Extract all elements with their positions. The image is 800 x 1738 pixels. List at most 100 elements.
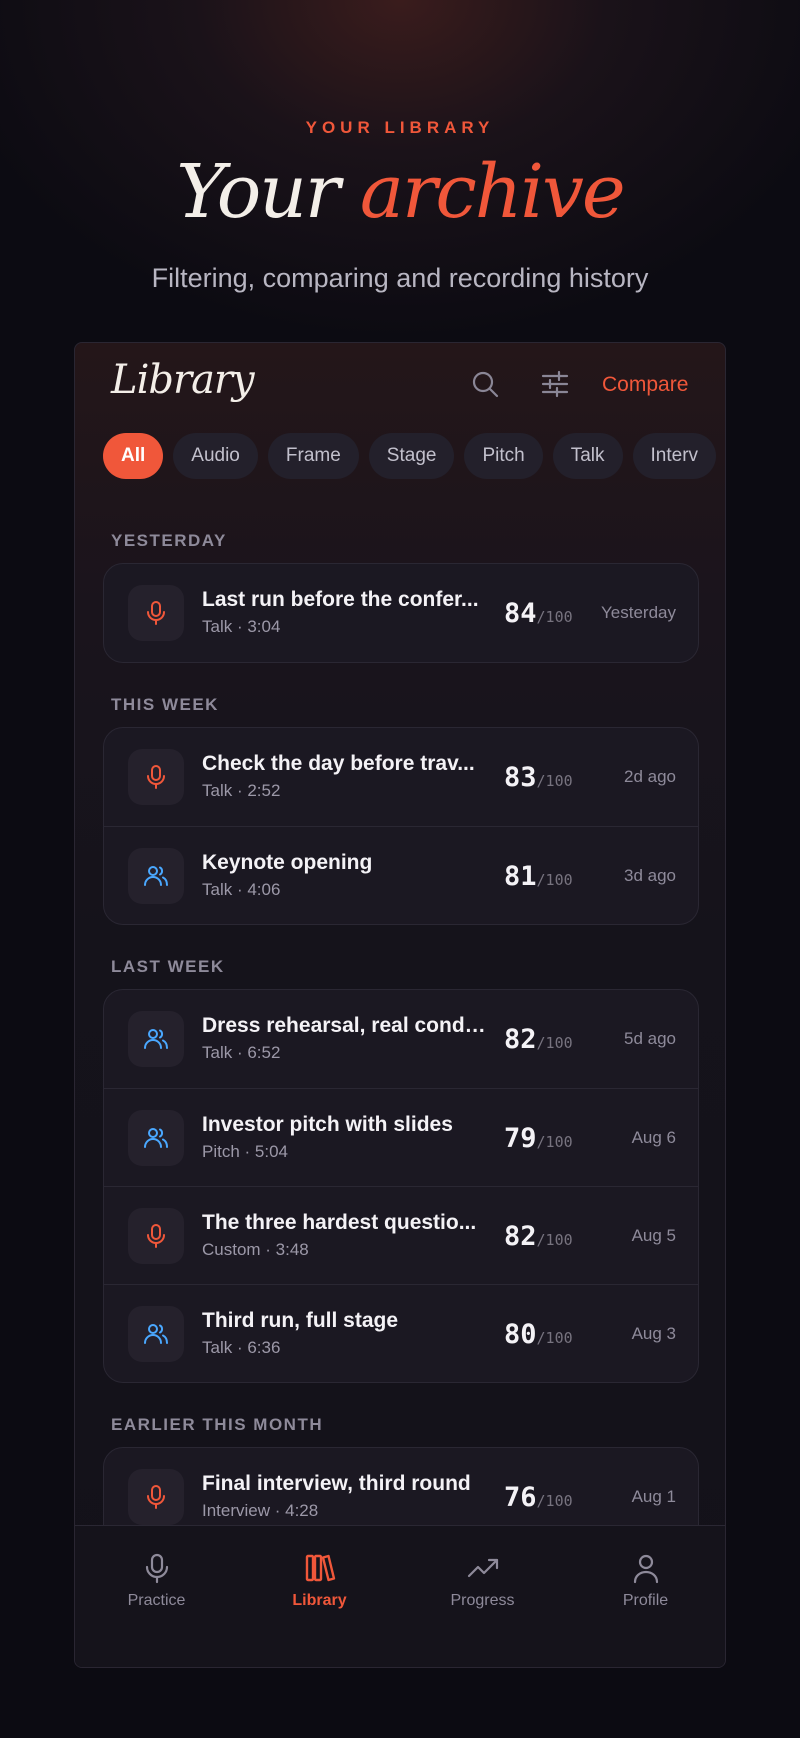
score-value: 76 xyxy=(504,1482,537,1513)
tab-practice-label: Practice xyxy=(127,1592,186,1609)
search-button[interactable] xyxy=(470,369,500,399)
chip-talk[interactable]: Talk xyxy=(552,433,623,479)
score-denominator: /100 xyxy=(536,1329,573,1347)
recording-row[interactable]: Third run, full stage Talk · 6:36 80/100… xyxy=(104,1284,698,1382)
recording-date: Yesterday xyxy=(601,603,676,622)
recording-type-badge xyxy=(128,1011,184,1067)
recording-score: 81/100 xyxy=(504,861,573,892)
recording-meta: Talk · 6:36 xyxy=(202,1338,281,1357)
recording-title: Investor pitch with slides xyxy=(202,1113,453,1136)
recording-score: 76/100 xyxy=(504,1482,573,1513)
page-title: Library xyxy=(111,357,255,403)
section-group-last-week: Dress rehearsal, real condi... Talk · 6:… xyxy=(103,989,699,1383)
recording-meta: Talk · 3:04 xyxy=(202,617,281,636)
filter-button[interactable] xyxy=(540,369,570,399)
recording-score: 80/100 xyxy=(504,1319,573,1350)
recording-score: 82/100 xyxy=(504,1024,573,1055)
score-value: 82 xyxy=(504,1221,537,1252)
hero-title-accent: archive xyxy=(359,149,626,235)
mic-icon xyxy=(147,765,165,789)
recording-row[interactable]: Keynote opening Talk · 4:06 81/100 3d ag… xyxy=(104,826,698,924)
recording-row[interactable]: Dress rehearsal, real condi... Talk · 6:… xyxy=(104,990,698,1088)
tab-library[interactable]: Library xyxy=(238,1526,401,1646)
mic-icon xyxy=(147,601,165,625)
recording-type-badge xyxy=(128,1208,184,1264)
recording-score: 84/100 xyxy=(504,598,573,629)
recording-title: Final interview, third round xyxy=(202,1472,471,1495)
hero-title-part1: Your xyxy=(176,149,340,235)
recording-row[interactable]: Last run before the confer... Talk · 3:0… xyxy=(104,564,698,662)
mic-icon xyxy=(145,1553,169,1584)
tab-progress[interactable]: Progress xyxy=(401,1526,564,1646)
recording-title: Last run before the confer... xyxy=(202,588,479,611)
recording-title: Check the day before trav... xyxy=(202,752,475,775)
recording-meta: Custom · 3:48 xyxy=(202,1240,309,1259)
recording-date: Aug 3 xyxy=(631,1324,676,1343)
recording-score: 82/100 xyxy=(504,1221,573,1252)
recording-meta: Talk · 2:52 xyxy=(202,781,281,800)
filter-chips: All Audio Frame Stage Pitch Talk Interv xyxy=(103,433,725,481)
chip-all[interactable]: All xyxy=(103,433,164,479)
tab-progress-label: Progress xyxy=(450,1592,515,1609)
score-denominator: /100 xyxy=(536,1034,573,1052)
section-group-this-week: Check the day before trav... Talk · 2:52… xyxy=(103,727,699,925)
recording-type-badge xyxy=(128,1306,184,1362)
tab-profile[interactable]: Profile xyxy=(564,1526,725,1646)
score-value: 80 xyxy=(504,1319,537,1350)
score-denominator: /100 xyxy=(536,1231,573,1249)
recording-meta: Pitch · 5:04 xyxy=(202,1142,288,1161)
recording-meta: Talk · 4:06 xyxy=(202,880,281,899)
chip-pitch[interactable]: Pitch xyxy=(464,433,543,479)
tab-profile-label: Profile xyxy=(622,1592,669,1609)
tab-practice[interactable]: Practice xyxy=(75,1526,238,1646)
recording-date: Aug 6 xyxy=(631,1128,676,1147)
recording-meta: Interview · 4:28 xyxy=(202,1501,319,1520)
sliders-icon xyxy=(541,370,569,398)
compare-button[interactable]: Compare xyxy=(602,373,688,397)
recording-date: 5d ago xyxy=(624,1029,676,1048)
books-icon xyxy=(305,1554,336,1582)
recording-title: Keynote opening xyxy=(202,851,373,874)
chip-frame[interactable]: Frame xyxy=(267,433,359,479)
score-denominator: /100 xyxy=(536,1133,573,1151)
recording-date: Aug 1 xyxy=(631,1487,676,1506)
recording-type-badge xyxy=(128,749,184,805)
chip-stage[interactable]: Stage xyxy=(368,433,455,479)
recording-row[interactable]: Check the day before trav... Talk · 2:52… xyxy=(104,728,698,826)
search-icon xyxy=(472,371,499,398)
score-value: 82 xyxy=(504,1024,537,1055)
recording-date: 3d ago xyxy=(624,866,676,885)
hero-title: Your archive xyxy=(0,155,800,229)
library-screen: Library Compare All Audio Frame Stage Pitch T… xyxy=(74,342,726,1668)
score-denominator: /100 xyxy=(536,1492,573,1510)
recording-title: The three hardest questio... xyxy=(202,1211,477,1234)
recording-row[interactable]: Investor pitch with slides Pitch · 5:04 … xyxy=(104,1088,698,1186)
recording-meta: Talk · 6:52 xyxy=(202,1043,281,1062)
mic-icon xyxy=(147,1485,165,1509)
hero-subtitle: Filtering, comparing and recording histo… xyxy=(151,263,649,293)
people-icon xyxy=(144,1029,168,1049)
score-denominator: /100 xyxy=(536,772,573,790)
bottom-tab-bar: Practice Library Progress Profile xyxy=(75,1525,725,1667)
recording-type-badge xyxy=(128,1110,184,1166)
app-header: Library Compare xyxy=(75,343,725,429)
recording-row[interactable]: The three hardest questio... Custom · 3:… xyxy=(104,1186,698,1284)
score-value: 83 xyxy=(504,762,537,793)
score-value: 81 xyxy=(504,861,537,892)
recording-title: Dress rehearsal, real condi... xyxy=(202,1014,487,1037)
recording-date: 2d ago xyxy=(624,767,676,786)
recording-title: Third run, full stage xyxy=(202,1309,399,1332)
mic-icon xyxy=(147,1224,165,1248)
hero-eyebrow: YOUR LIBRARY xyxy=(305,118,495,137)
person-icon xyxy=(633,1554,659,1584)
people-icon xyxy=(144,866,168,886)
score-value: 84 xyxy=(504,598,537,629)
score-value: 79 xyxy=(504,1123,537,1154)
chip-audio[interactable]: Audio xyxy=(173,433,258,479)
section-label-yesterday: YESTERDAY xyxy=(111,531,227,550)
people-icon xyxy=(144,1324,168,1344)
recording-date: Aug 5 xyxy=(631,1226,676,1245)
section-group-yesterday: Last run before the confer... Talk · 3:0… xyxy=(103,563,699,663)
chip-interview[interactable]: Interv xyxy=(632,433,717,479)
score-denominator: /100 xyxy=(536,608,573,626)
